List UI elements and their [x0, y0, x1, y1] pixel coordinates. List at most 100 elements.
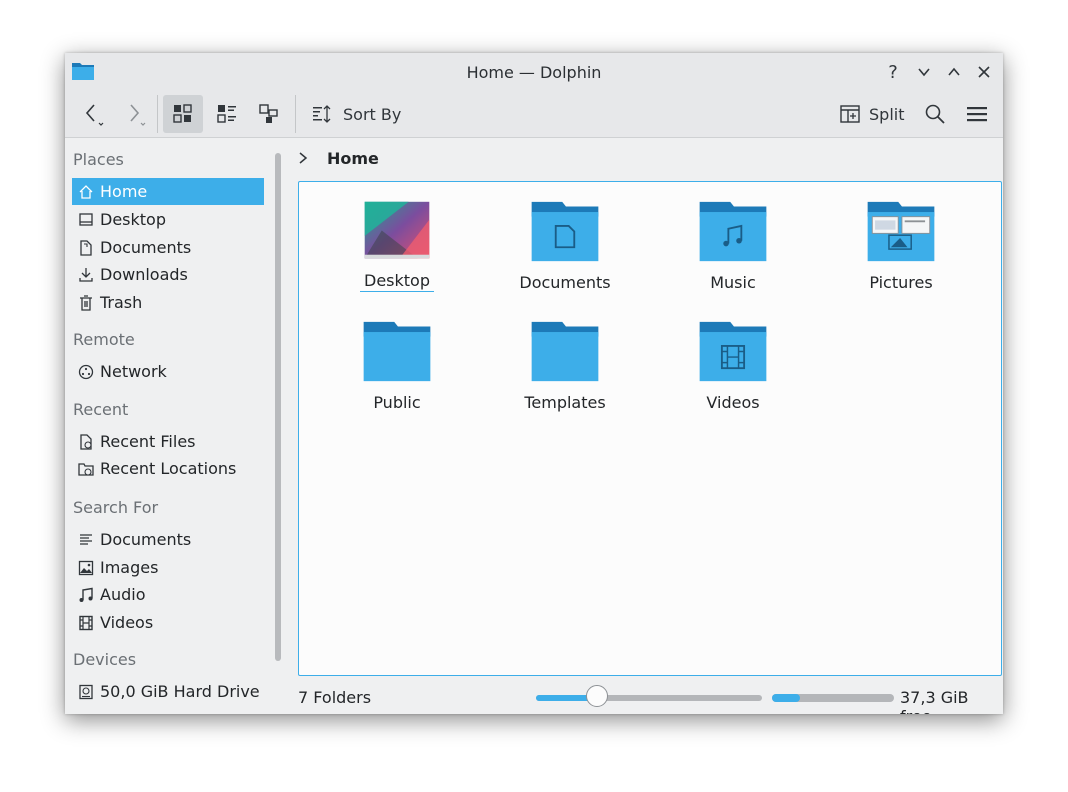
help-icon: ?	[888, 61, 898, 83]
main-menu-button[interactable]	[959, 95, 995, 133]
search-icon	[925, 104, 945, 124]
file-item-label: Desktop	[360, 271, 434, 292]
search-for-section-title: Search For	[73, 498, 159, 517]
file-item-label: Templates	[524, 393, 606, 412]
sidebar-item-search-documents[interactable]: Documents	[72, 526, 264, 553]
sidebar-item-label: Desktop	[100, 210, 166, 229]
public-folder-icon	[363, 321, 431, 382]
sidebar-item-downloads[interactable]: Downloads	[72, 261, 264, 288]
icons-view-icon	[173, 104, 192, 123]
minimize-button[interactable]	[913, 61, 935, 83]
file-item-label: Music	[710, 273, 756, 292]
sidebar-item-trash[interactable]: Trash	[72, 289, 264, 316]
dolphin-window: Home — Dolphin ? Sort By Split Places Ho…	[65, 53, 1003, 714]
details-view-button[interactable]	[249, 95, 289, 133]
home-icon	[76, 184, 96, 200]
file-item-label: Pictures	[869, 273, 933, 292]
remote-section-title: Remote	[73, 330, 135, 349]
templates-folder-icon	[531, 321, 599, 382]
maximize-button[interactable]	[943, 61, 965, 83]
sidebar-item-label: Home	[100, 182, 148, 201]
file-item-label: Public	[373, 393, 421, 412]
recent-section-title: Recent	[73, 400, 129, 419]
documents-folder-icon	[531, 201, 599, 262]
sidebar-item-recent-locations[interactable]: Recent Locations	[72, 455, 264, 482]
sidebar-item-search-audio[interactable]: Audio	[72, 581, 264, 608]
sidebar-item-label: Documents	[100, 238, 192, 257]
recent-locations-icon	[76, 461, 96, 477]
close-icon	[978, 66, 990, 78]
places-section-title: Places	[73, 150, 124, 169]
breadcrumb-home[interactable]: Home	[327, 149, 379, 168]
file-item-public[interactable]: Public	[322, 302, 472, 412]
search-button[interactable]	[917, 95, 953, 133]
maximize-icon	[948, 67, 960, 76]
file-item-label: Videos	[706, 393, 760, 412]
document-icon	[76, 239, 96, 256]
text-lines-icon	[76, 532, 96, 548]
image-icon	[76, 560, 96, 576]
toolbar-separator	[157, 95, 158, 133]
sidebar-item-label: Documents	[100, 530, 192, 549]
file-item-documents[interactable]: Documents	[490, 182, 640, 292]
free-space-bar-fill	[772, 694, 801, 702]
recent-files-icon	[76, 433, 96, 450]
zoom-slider-handle[interactable]	[586, 685, 609, 707]
chevron-left-icon	[85, 104, 104, 126]
compact-view-button[interactable]	[207, 95, 247, 133]
desktop-icon	[76, 212, 96, 228]
hamburger-menu-icon	[967, 107, 987, 122]
breadcrumb-chevron-icon[interactable]	[297, 151, 309, 165]
icons-view-button[interactable]	[163, 95, 203, 133]
forward-button[interactable]	[117, 95, 153, 133]
sidebar-item-label: Trash	[100, 293, 143, 312]
free-space-label: 37,3 GiB free	[900, 688, 969, 714]
file-item-label: Documents	[519, 273, 611, 292]
videos-folder-icon	[699, 321, 767, 382]
file-item-pictures[interactable]: Pictures	[826, 182, 976, 292]
music-note-icon	[76, 587, 96, 603]
places-panel: Places Home Desktop Documents Downloads	[65, 138, 269, 714]
download-icon	[76, 267, 96, 283]
devices-section-title: Devices	[73, 650, 137, 669]
sidebar-item-recent-files[interactable]: Recent Files	[72, 428, 264, 455]
sidebar-item-network[interactable]: Network	[72, 358, 264, 385]
file-item-videos[interactable]: Videos	[658, 302, 808, 412]
sidebar-item-home[interactable]: Home	[72, 178, 264, 205]
pictures-folder-icon	[867, 201, 935, 262]
sort-icon	[313, 105, 331, 123]
zoom-slider[interactable]	[536, 695, 762, 701]
compact-view-icon	[217, 105, 236, 123]
sidebar-item-documents[interactable]: Documents	[72, 234, 264, 261]
help-button[interactable]: ?	[882, 61, 904, 83]
file-item-desktop[interactable]: Desktop	[322, 182, 472, 292]
chevron-right-icon	[130, 104, 146, 126]
desktop-folder-icon	[364, 201, 430, 259]
close-button[interactable]	[973, 61, 995, 83]
title-bar[interactable]: Home — Dolphin ?	[65, 53, 1003, 91]
sidebar-item-search-images[interactable]: Images	[72, 554, 264, 581]
window-title: Home — Dolphin	[466, 63, 602, 82]
music-folder-icon	[699, 201, 767, 262]
free-space-bar	[772, 694, 894, 702]
split-button[interactable]: Split	[835, 95, 907, 133]
trash-icon	[76, 294, 96, 311]
folder-count: 7 Folders	[298, 688, 372, 707]
back-button[interactable]	[75, 95, 111, 133]
details-view-icon	[259, 104, 278, 123]
minimize-icon	[918, 68, 930, 77]
network-icon	[76, 364, 96, 380]
sort-by-button[interactable]: Sort By	[307, 95, 403, 133]
sidebar-item-search-videos[interactable]: Videos	[72, 609, 264, 636]
file-item-music[interactable]: Music	[658, 182, 808, 292]
split-label: Split	[869, 104, 905, 124]
file-item-templates[interactable]: Templates	[490, 302, 640, 412]
sidebar-scrollbar[interactable]	[275, 153, 281, 661]
breadcrumb: Home	[297, 145, 379, 171]
sidebar-item-label: Network	[100, 362, 167, 381]
sidebar-item-desktop[interactable]: Desktop	[72, 206, 264, 233]
sort-by-label: Sort By	[343, 104, 402, 124]
sidebar-item-label: Images	[100, 558, 159, 577]
main-toolbar: Sort By Split	[65, 91, 1003, 138]
file-view[interactable]: Desktop Documents Music Pictures Public …	[298, 181, 1002, 676]
